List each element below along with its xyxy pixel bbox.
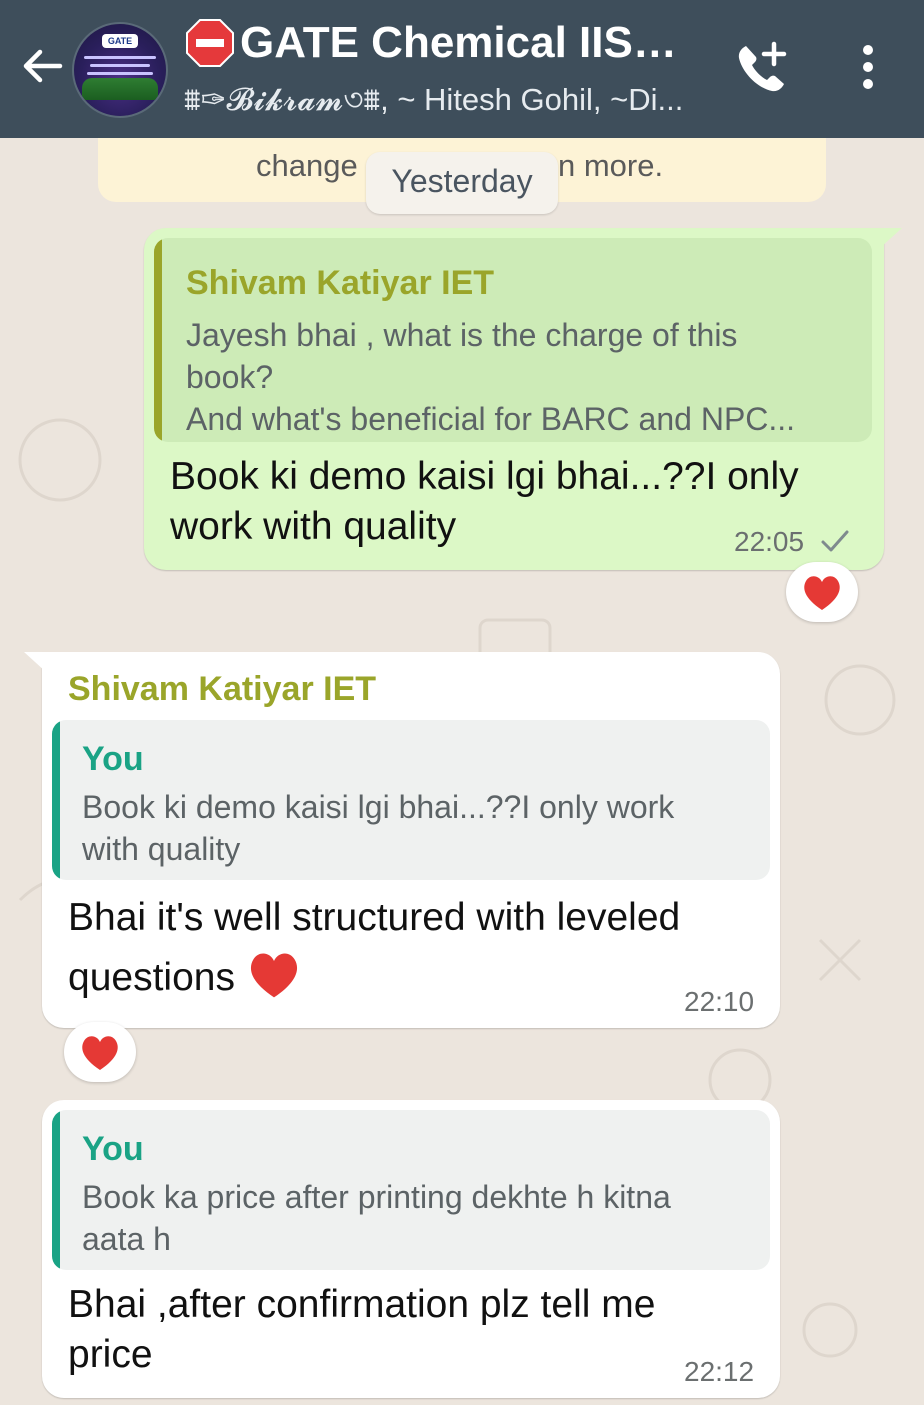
quote-bar <box>52 1110 60 1270</box>
quote-text: Book ka price after printing dekhte h ki… <box>82 1179 671 1257</box>
outgoing-message[interactable]: Shivam Katiyar IET Jayesh bhai , what is… <box>144 228 902 570</box>
quote-bar <box>154 238 162 442</box>
message-text: Bhai ,after confirmation plz tell me pri… <box>68 1283 656 1376</box>
chat-header: GATE GATE Chemical IISC... ⩩✑𝓑𝓲𝓴𝓻𝓪𝓶৩⩩, ~… <box>0 0 924 138</box>
incoming-message[interactable]: You Book ka price after printing dekhte … <box>42 1100 780 1398</box>
quote-bar <box>52 720 60 880</box>
message-reaction[interactable] <box>64 1022 136 1082</box>
quote-text: Book ki demo kaisi lgi bhai...??I only w… <box>82 789 675 867</box>
check-icon <box>821 530 849 552</box>
system-notice-text-start: change <box>256 148 358 183</box>
sender-name: Shivam Katiyar IET <box>68 670 377 708</box>
heart-icon <box>250 953 298 998</box>
bubble-tail <box>24 652 46 672</box>
group-avatar[interactable]: GATE <box>72 22 168 118</box>
quote-author: You <box>82 740 144 778</box>
message-text: Bhai it's well structured with leveled q… <box>68 896 681 999</box>
quoted-message[interactable]: You Book ki demo kaisi lgi bhai...??I on… <box>52 720 770 880</box>
date-separator: Yesterday <box>366 152 558 214</box>
quote-text: Jayesh bhai , what is the charge of this… <box>186 317 796 437</box>
system-notice-text-end: n more. <box>558 148 664 183</box>
avatar-badge: GATE <box>102 34 138 48</box>
overflow-menu-icon[interactable] <box>852 42 884 92</box>
bubble-tail <box>880 228 902 248</box>
stop-sign-icon <box>186 19 234 67</box>
incoming-message[interactable]: Shivam Katiyar IET You Book ki demo kais… <box>24 652 780 1028</box>
message-text: Book ki demo kaisi lgi bhai...??I only w… <box>170 455 799 548</box>
message-time: 22:05 <box>734 526 805 557</box>
heart-icon <box>804 576 840 610</box>
chat-title-area[interactable]: GATE Chemical IISC... ⩩✑𝓑𝓲𝓴𝓻𝓪𝓶৩⩩, ~ Hite… <box>184 14 704 128</box>
message-reaction[interactable] <box>786 562 858 622</box>
back-arrow-icon[interactable] <box>18 42 66 90</box>
message-time: 22:10 <box>684 986 755 1017</box>
chat-title: GATE Chemical IISC... <box>240 18 700 67</box>
quote-author: You <box>82 1130 144 1168</box>
message-time: 22:12 <box>684 1356 755 1387</box>
add-call-icon[interactable] <box>732 38 792 98</box>
quoted-message[interactable]: You Book ka price after printing dekhte … <box>52 1110 770 1270</box>
quote-author: Shivam Katiyar IET <box>186 264 495 302</box>
heart-icon <box>82 1036 118 1070</box>
quoted-message[interactable]: Shivam Katiyar IET Jayesh bhai , what is… <box>154 238 872 442</box>
chat-participants: ⩩✑𝓑𝓲𝓴𝓻𝓪𝓶৩⩩, ~ Hitesh Gohil, ~Di... <box>184 82 684 117</box>
